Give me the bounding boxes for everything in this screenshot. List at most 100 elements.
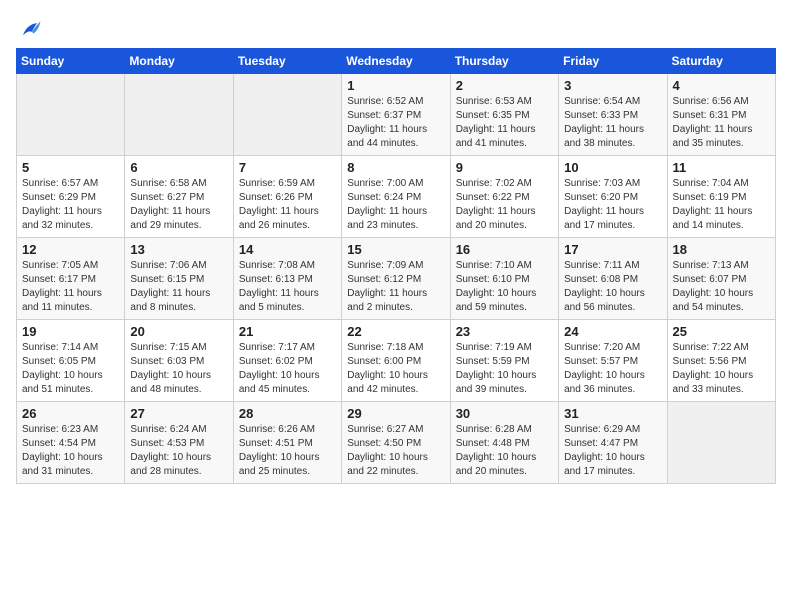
day-number: 6 <box>130 160 227 175</box>
day-info: Sunrise: 6:26 AMSunset: 4:51 PMDaylight:… <box>239 423 336 479</box>
day-info: Sunrise: 7:15 AMSunset: 6:03 PMDaylight:… <box>130 341 227 397</box>
day-info: Sunrise: 7:04 AMSunset: 6:19 PMDaylight:… <box>673 177 770 233</box>
day-info: Sunrise: 6:59 AMSunset: 6:26 PMDaylight:… <box>239 177 336 233</box>
days-header-row: SundayMondayTuesdayWednesdayThursdayFrid… <box>17 49 776 74</box>
day-info: Sunrise: 7:18 AMSunset: 6:00 PMDaylight:… <box>347 341 444 397</box>
logo-bird-icon <box>16 16 44 44</box>
day-number: 14 <box>239 242 336 257</box>
calendar-week-row: 12Sunrise: 7:05 AMSunset: 6:17 PMDayligh… <box>17 238 776 320</box>
calendar-cell: 9Sunrise: 7:02 AMSunset: 6:22 PMDaylight… <box>450 156 558 238</box>
day-number: 19 <box>22 324 119 339</box>
day-number: 4 <box>673 78 770 93</box>
day-number: 11 <box>673 160 770 175</box>
day-number: 2 <box>456 78 553 93</box>
calendar-week-row: 1 Sunrise: 6:52 AMSunset: 6:37 PMDaylight… <box>17 74 776 156</box>
day-number: 18 <box>673 242 770 257</box>
calendar-cell: 8 Sunrise: 7:00 AMSunset: 6:24 PMDaylight… <box>342 156 450 238</box>
day-info: Sunrise: 7:08 AMSunset: 6:13 PMDaylight:… <box>239 259 336 315</box>
day-info: Sunrise: 7:20 AMSunset: 5:57 PMDaylight:… <box>564 341 661 397</box>
day-number: 1 <box>347 78 444 93</box>
day-info: Sunrise: 6:52 AMSunset: 6:37 PMDaylight:… <box>347 95 444 151</box>
calendar-cell: 15 Sunrise: 7:09 AMSunset: 6:12 PMDayligh… <box>342 238 450 320</box>
day-info: Sunrise: 7:06 AMSunset: 6:15 PMDaylight:… <box>130 259 227 315</box>
day-number: 24 <box>564 324 661 339</box>
day-number: 17 <box>564 242 661 257</box>
day-number: 8 <box>347 160 444 175</box>
day-number: 13 <box>130 242 227 257</box>
day-info: Sunrise: 6:24 AMSunset: 4:53 PMDaylight:… <box>130 423 227 479</box>
calendar-cell: 17 Sunrise: 7:11 AMSunset: 6:08 PMDayligh… <box>559 238 667 320</box>
day-info: Sunrise: 7:14 AMSunset: 6:05 PMDaylight:… <box>22 341 119 397</box>
calendar-cell: 6Sunrise: 6:58 AMSunset: 6:27 PMDaylight… <box>125 156 233 238</box>
day-number: 21 <box>239 324 336 339</box>
calendar-cell: 25 Sunrise: 7:22 AMSunset: 5:56 PMDayligh… <box>667 320 775 402</box>
calendar-cell <box>125 74 233 156</box>
calendar-week-row: 19 Sunrise: 7:14 AMSunset: 6:05 PMDayligh… <box>17 320 776 402</box>
day-info: Sunrise: 7:13 AMSunset: 6:07 PMDaylight:… <box>673 259 770 315</box>
calendar-cell: 30 Sunrise: 6:28 AMSunset: 4:48 PMDayligh… <box>450 402 558 484</box>
day-number: 20 <box>130 324 227 339</box>
calendar-cell: 2 Sunrise: 6:53 AMSunset: 6:35 PMDaylight… <box>450 74 558 156</box>
calendar-week-row: 26Sunrise: 6:23 AMSunset: 4:54 PMDayligh… <box>17 402 776 484</box>
day-header-wednesday: Wednesday <box>342 49 450 74</box>
calendar-cell <box>667 402 775 484</box>
day-number: 7 <box>239 160 336 175</box>
calendar-cell: 5 Sunrise: 6:57 AMSunset: 6:29 PMDaylight… <box>17 156 125 238</box>
day-info: Sunrise: 7:22 AMSunset: 5:56 PMDaylight:… <box>673 341 770 397</box>
day-header-tuesday: Tuesday <box>233 49 341 74</box>
day-info: Sunrise: 7:00 AMSunset: 6:24 PMDaylight:… <box>347 177 444 233</box>
calendar-cell: 28 Sunrise: 6:26 AMSunset: 4:51 PMDayligh… <box>233 402 341 484</box>
day-number: 29 <box>347 406 444 421</box>
day-number: 10 <box>564 160 661 175</box>
day-number: 30 <box>456 406 553 421</box>
day-info: Sunrise: 7:11 AMSunset: 6:08 PMDaylight:… <box>564 259 661 315</box>
calendar-cell: 24 Sunrise: 7:20 AMSunset: 5:57 PMDayligh… <box>559 320 667 402</box>
calendar-cell: 18 Sunrise: 7:13 AMSunset: 6:07 PMDayligh… <box>667 238 775 320</box>
day-number: 26 <box>22 406 119 421</box>
calendar-cell: 7 Sunrise: 6:59 AMSunset: 6:26 PMDaylight… <box>233 156 341 238</box>
day-number: 25 <box>673 324 770 339</box>
day-info: Sunrise: 7:10 AMSunset: 6:10 PMDaylight:… <box>456 259 553 315</box>
day-number: 23 <box>456 324 553 339</box>
day-info: Sunrise: 7:05 AMSunset: 6:17 PMDaylight:… <box>22 259 119 315</box>
day-number: 27 <box>130 406 227 421</box>
calendar-cell: 19 Sunrise: 7:14 AMSunset: 6:05 PMDayligh… <box>17 320 125 402</box>
day-header-friday: Friday <box>559 49 667 74</box>
calendar-cell: 31 Sunrise: 6:29 AMSunset: 4:47 PMDayligh… <box>559 402 667 484</box>
calendar-cell <box>233 74 341 156</box>
calendar-cell: 21 Sunrise: 7:17 AMSunset: 6:02 PMDayligh… <box>233 320 341 402</box>
calendar-week-row: 5 Sunrise: 6:57 AMSunset: 6:29 PMDaylight… <box>17 156 776 238</box>
day-info: Sunrise: 6:29 AMSunset: 4:47 PMDaylight:… <box>564 423 661 479</box>
day-number: 3 <box>564 78 661 93</box>
day-number: 22 <box>347 324 444 339</box>
day-info: Sunrise: 7:09 AMSunset: 6:12 PMDaylight:… <box>347 259 444 315</box>
day-info: Sunrise: 7:17 AMSunset: 6:02 PMDaylight:… <box>239 341 336 397</box>
logo <box>16 16 50 44</box>
calendar-cell: 4 Sunrise: 6:56 AMSunset: 6:31 PMDaylight… <box>667 74 775 156</box>
day-info: Sunrise: 6:53 AMSunset: 6:35 PMDaylight:… <box>456 95 553 151</box>
day-header-sunday: Sunday <box>17 49 125 74</box>
day-number: 15 <box>347 242 444 257</box>
day-number: 28 <box>239 406 336 421</box>
day-info: Sunrise: 6:28 AMSunset: 4:48 PMDaylight:… <box>456 423 553 479</box>
calendar-cell: 26Sunrise: 6:23 AMSunset: 4:54 PMDayligh… <box>17 402 125 484</box>
header <box>16 16 776 44</box>
day-header-saturday: Saturday <box>667 49 775 74</box>
day-number: 31 <box>564 406 661 421</box>
calendar-cell: 16Sunrise: 7:10 AMSunset: 6:10 PMDayligh… <box>450 238 558 320</box>
calendar-cell: 3Sunrise: 6:54 AMSunset: 6:33 PMDaylight… <box>559 74 667 156</box>
calendar-cell: 22 Sunrise: 7:18 AMSunset: 6:00 PMDayligh… <box>342 320 450 402</box>
calendar-cell: 13 Sunrise: 7:06 AMSunset: 6:15 PMDayligh… <box>125 238 233 320</box>
day-info: Sunrise: 6:57 AMSunset: 6:29 PMDaylight:… <box>22 177 119 233</box>
calendar-cell: 10Sunrise: 7:03 AMSunset: 6:20 PMDayligh… <box>559 156 667 238</box>
calendar-cell: 27 Sunrise: 6:24 AMSunset: 4:53 PMDayligh… <box>125 402 233 484</box>
calendar-cell: 14 Sunrise: 7:08 AMSunset: 6:13 PMDayligh… <box>233 238 341 320</box>
calendar-cell: 11 Sunrise: 7:04 AMSunset: 6:19 PMDayligh… <box>667 156 775 238</box>
day-number: 5 <box>22 160 119 175</box>
day-info: Sunrise: 6:56 AMSunset: 6:31 PMDaylight:… <box>673 95 770 151</box>
day-header-monday: Monday <box>125 49 233 74</box>
calendar-container: SundayMondayTuesdayWednesdayThursdayFrid… <box>0 0 792 494</box>
calendar-cell: 23Sunrise: 7:19 AMSunset: 5:59 PMDayligh… <box>450 320 558 402</box>
day-header-thursday: Thursday <box>450 49 558 74</box>
day-number: 9 <box>456 160 553 175</box>
